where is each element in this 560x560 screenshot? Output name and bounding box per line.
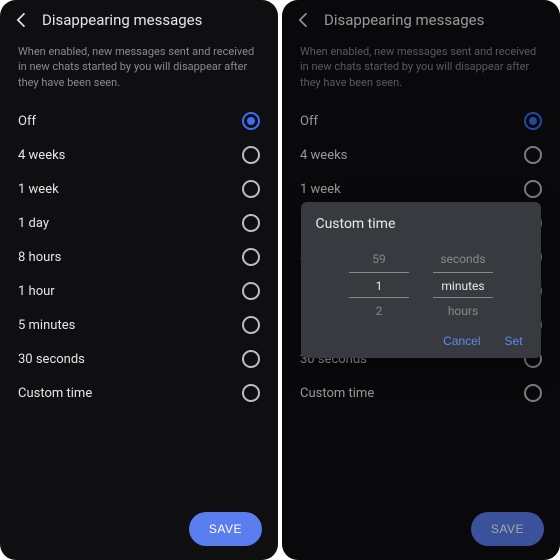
option-label: Off (18, 114, 36, 129)
option-label: 4 weeks (18, 148, 65, 163)
option-label: 30 seconds (18, 352, 85, 367)
wheel-unit-below: hours (433, 298, 493, 324)
wheel-unit-selected: minutes (433, 272, 493, 298)
options-list-left: Off 4 weeks 1 week 1 day 8 hours 1 hour 5 minu… (0, 104, 278, 560)
back-arrow-icon[interactable] (12, 10, 32, 30)
unit-wheel[interactable]: seconds minutes hours (433, 246, 493, 324)
option-row[interactable]: 5 minutes (14, 308, 264, 342)
radio-icon[interactable] (242, 282, 260, 300)
wheel-unit-above: seconds (433, 246, 493, 272)
radio-icon[interactable] (242, 384, 260, 402)
dialog-title: Custom time (315, 216, 526, 232)
radio-icon[interactable] (242, 180, 260, 198)
screen-left: Disappearing messages When enabled, new … (0, 0, 278, 560)
radio-icon[interactable] (242, 214, 260, 232)
radio-icon[interactable] (242, 316, 260, 334)
option-row[interactable]: 1 hour (14, 274, 264, 308)
radio-icon[interactable] (242, 112, 260, 130)
option-row[interactable]: Off (14, 104, 264, 138)
option-label: 1 week (18, 182, 59, 197)
radio-icon[interactable] (242, 248, 260, 266)
picker-wheels: 59 1 2 seconds minutes hours (315, 246, 526, 324)
option-row[interactable]: 30 seconds (14, 342, 264, 376)
option-label: 1 hour (18, 284, 55, 299)
page-title: Disappearing messages (42, 11, 202, 29)
page-description: When enabled, new messages sent and rece… (0, 34, 278, 104)
option-row[interactable]: Custom time (14, 376, 264, 410)
save-button[interactable]: SAVE (189, 512, 262, 546)
wheel-value-above: 59 (349, 246, 409, 272)
option-row[interactable]: 1 day (14, 206, 264, 240)
set-button[interactable]: Set (505, 334, 523, 348)
screen-right: Disappearing messages When enabled, new … (282, 0, 560, 560)
radio-icon[interactable] (242, 350, 260, 368)
cancel-button[interactable]: Cancel (443, 334, 480, 348)
wheel-value-below: 2 (349, 298, 409, 324)
header: Disappearing messages (0, 0, 278, 34)
option-label: 5 minutes (18, 318, 75, 333)
option-row[interactable]: 4 weeks (14, 138, 264, 172)
option-label: Custom time (18, 386, 92, 401)
custom-time-dialog: Custom time 59 1 2 seconds minutes hours… (301, 202, 540, 358)
wheel-value-selected: 1 (349, 272, 409, 298)
option-row[interactable]: 8 hours (14, 240, 264, 274)
dialog-overlay: Custom time 59 1 2 seconds minutes hours… (282, 0, 560, 560)
option-label: 1 day (18, 216, 49, 231)
dialog-actions: Cancel Set (315, 334, 526, 348)
radio-icon[interactable] (242, 146, 260, 164)
option-label: 8 hours (18, 250, 61, 265)
number-wheel[interactable]: 59 1 2 (349, 246, 409, 324)
option-row[interactable]: 1 week (14, 172, 264, 206)
